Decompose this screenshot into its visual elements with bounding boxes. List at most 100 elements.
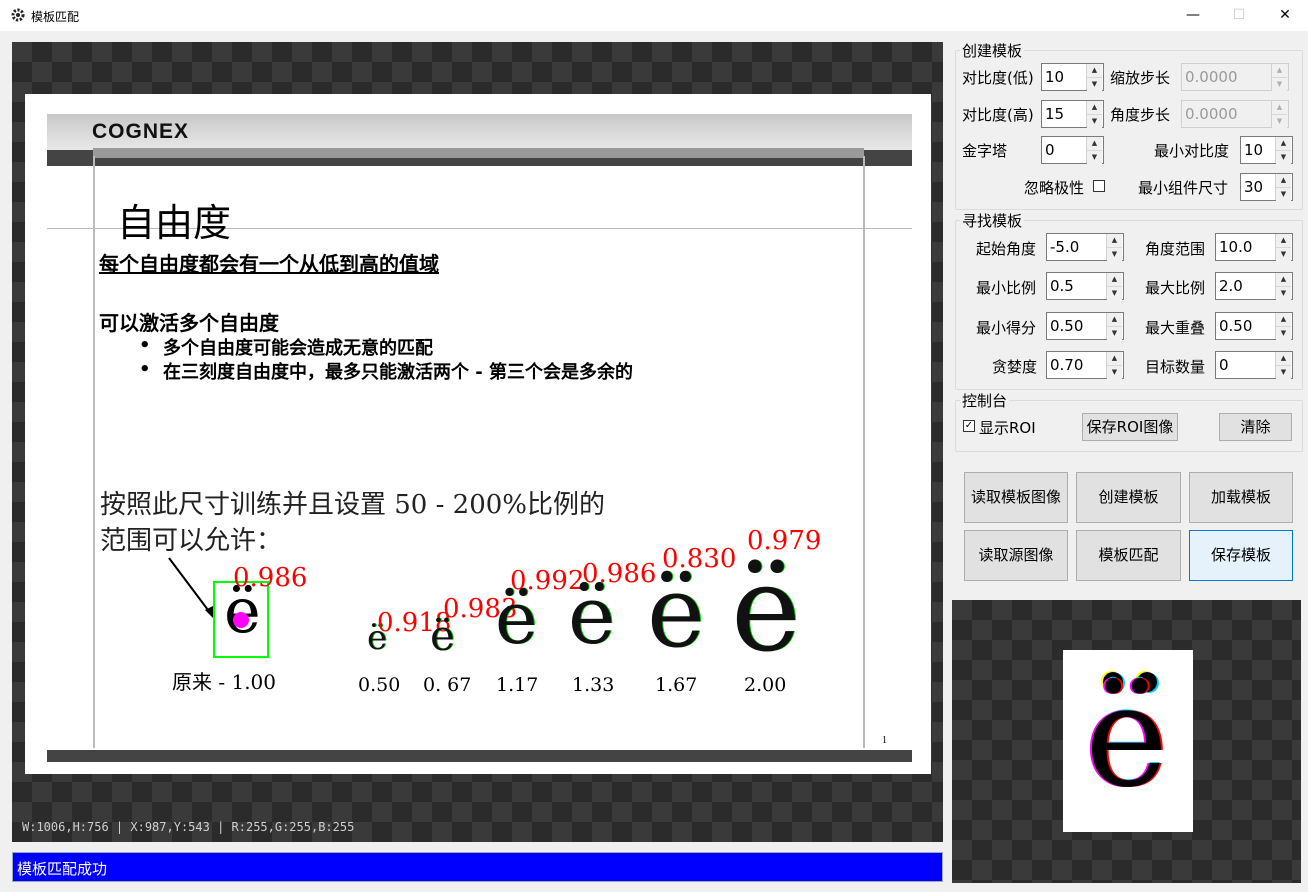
scale-label-133: 1.33 xyxy=(572,674,615,696)
arrow-graphic xyxy=(168,557,215,620)
score-original: 0.986 xyxy=(233,563,308,593)
max-scale-spinbox[interactable]: 2.0 ▲ ▼ xyxy=(1215,272,1293,300)
spin-up-icon[interactable]: ▲ xyxy=(1276,313,1291,326)
slide-heading: 自由度 xyxy=(117,201,232,245)
num-targets-label: 目标数量 xyxy=(1145,358,1206,376)
letter-200: ë xyxy=(731,540,801,678)
min-component-spinbox[interactable]: 30 ▲ ▼ xyxy=(1240,173,1293,201)
greediness-spinbox[interactable]: 0.70 ▲ ▼ xyxy=(1046,351,1124,379)
read-source-image-button[interactable]: 读取源图像 xyxy=(964,530,1068,581)
template-match-button[interactable]: 模板匹配 xyxy=(1076,530,1181,581)
spin-down-icon[interactable]: ▼ xyxy=(1107,286,1122,300)
clear-button[interactable]: 清除 xyxy=(1219,413,1292,441)
spin-down-icon[interactable]: ▼ xyxy=(1276,365,1291,379)
find-template-legend: 寻找模板 xyxy=(962,212,1023,230)
save-template-button[interactable]: 保存模板 xyxy=(1189,530,1293,581)
app-gear-icon xyxy=(10,7,26,23)
start-angle-spinbox[interactable]: -5.0 ▲ ▼ xyxy=(1046,233,1124,261)
template-glyph: ë xyxy=(1085,656,1168,819)
spin-up-icon[interactable]: ▲ xyxy=(1276,273,1291,286)
create-template-legend: 创建模板 xyxy=(962,42,1023,60)
spin-down-icon[interactable]: ▼ xyxy=(1087,150,1102,164)
window-title: 模板匹配 xyxy=(31,10,80,24)
scale-label-050: 0.50 xyxy=(358,674,401,696)
close-button[interactable]: ✕ xyxy=(1262,0,1308,31)
spin-up-icon[interactable]: ▲ xyxy=(1087,64,1102,77)
read-template-image-button[interactable]: 读取模板图像 xyxy=(964,472,1068,523)
match-center-marker xyxy=(233,612,249,628)
spin-down-icon[interactable]: ▼ xyxy=(1276,247,1291,261)
pyramid-label: 金字塔 xyxy=(962,142,1008,160)
show-roi-checkbox[interactable]: ✓ xyxy=(963,420,975,432)
greediness-label: 贪婪度 xyxy=(992,358,1038,376)
min-score-spinbox[interactable]: 0.50 ▲ ▼ xyxy=(1046,312,1124,340)
contrast-low-spinbox[interactable]: 10 ▲ ▼ xyxy=(1041,63,1104,91)
spin-down-icon[interactable]: ▼ xyxy=(1276,187,1291,201)
zoom-step-label: 缩放步长 xyxy=(1110,69,1171,87)
spin-down-icon[interactable]: ▼ xyxy=(1107,247,1122,261)
score-167: 0.830 xyxy=(662,544,737,574)
min-scale-label: 最小比例 xyxy=(976,279,1037,297)
spin-up-icon: ▲ xyxy=(1272,64,1287,77)
template-preview-image: ë xyxy=(1063,650,1193,832)
spin-up-icon[interactable]: ▲ xyxy=(1107,313,1122,326)
slide-line-1: 每个自由度都会有一个从低到高的值域 xyxy=(99,252,439,276)
min-contrast-spinbox[interactable]: 10 ▲ ▼ xyxy=(1240,136,1293,164)
angle-range-label: 角度范围 xyxy=(1145,240,1206,258)
spin-down-icon[interactable]: ▼ xyxy=(1107,326,1122,340)
spin-up-icon[interactable]: ▲ xyxy=(1087,137,1102,150)
create-template-button[interactable]: 创建模板 xyxy=(1076,472,1181,523)
spin-down-icon: ▼ xyxy=(1272,77,1287,91)
page-number: 1 xyxy=(882,735,887,746)
load-template-button[interactable]: 加载模板 xyxy=(1189,472,1293,523)
score-200: 0.979 xyxy=(747,526,822,556)
spin-down-icon[interactable]: ▼ xyxy=(1276,326,1291,340)
angle-step-spinbox: 0.0000 ▲ ▼ xyxy=(1181,100,1289,128)
slide-line-2: 可以激活多个自由度 xyxy=(99,311,279,335)
spin-up-icon[interactable]: ▲ xyxy=(1087,101,1102,114)
min-contrast-label: 最小对比度 xyxy=(1154,142,1230,160)
spin-up-icon[interactable]: ▲ xyxy=(1276,352,1291,365)
spin-up-icon[interactable]: ▲ xyxy=(1276,137,1291,150)
scale-label-167: 1.67 xyxy=(655,674,698,696)
spin-down-icon[interactable]: ▼ xyxy=(1276,150,1291,164)
score-133: 0.986 xyxy=(582,559,657,589)
min-scale-spinbox[interactable]: 0.5 ▲ ▼ xyxy=(1046,272,1124,300)
spin-up-icon[interactable]: ▲ xyxy=(1107,234,1122,247)
train-text-2: 范围可以允许： xyxy=(100,526,283,556)
zoom-step-spinbox: 0.0000 ▲ ▼ xyxy=(1181,63,1289,91)
num-targets-spinbox[interactable]: 0 ▲ ▼ xyxy=(1215,351,1293,379)
spin-down-icon[interactable]: ▼ xyxy=(1276,286,1291,300)
start-angle-label: 起始角度 xyxy=(976,240,1037,258)
scale-label-200: 2.00 xyxy=(744,674,787,696)
contrast-high-label: 对比度(高) xyxy=(962,106,1034,124)
spin-down-icon[interactable]: ▼ xyxy=(1107,365,1122,379)
spin-down-icon[interactable]: ▼ xyxy=(1087,77,1102,91)
spin-up-icon[interactable]: ▲ xyxy=(1276,234,1291,247)
angle-range-spinbox[interactable]: 10.0 ▲ ▼ xyxy=(1215,233,1293,261)
save-roi-image-button[interactable]: 保存ROI图像 xyxy=(1082,413,1178,441)
minimize-button[interactable]: — xyxy=(1170,0,1216,31)
original-label: 原来 - 1.00 xyxy=(172,670,277,694)
scale-label-117: 1.17 xyxy=(496,674,539,696)
title-bar: 模板匹配 — ☐ ✕ xyxy=(0,0,1308,31)
maximize-button[interactable]: ☐ xyxy=(1216,0,1262,31)
letter-167: ë xyxy=(647,556,705,670)
max-scale-label: 最大比例 xyxy=(1145,279,1206,297)
spin-down-icon[interactable]: ▼ xyxy=(1087,114,1102,128)
show-roi-label: 显示ROI xyxy=(979,419,1036,437)
spin-up-icon[interactable]: ▲ xyxy=(1107,273,1122,286)
spin-down-icon: ▼ xyxy=(1272,114,1287,128)
slide-footer-bar xyxy=(47,750,912,762)
contrast-high-spinbox[interactable]: 15 ▲ ▼ xyxy=(1041,100,1104,128)
train-text-1: 按照此尺寸训练并且设置 50 - 200%比例的 xyxy=(100,490,605,520)
scale-label-067: 0. 67 xyxy=(423,674,472,696)
ignore-polarity-label: 忽略极性 xyxy=(1024,179,1085,197)
pyramid-spinbox[interactable]: 0 ▲ ▼ xyxy=(1041,136,1104,164)
ignore-polarity-checkbox[interactable] xyxy=(1093,180,1105,192)
max-overlap-spinbox[interactable]: 0.50 ▲ ▼ xyxy=(1215,312,1293,340)
slide-bullet-2: 在三刻度自由度中，最多只能激活两个 - 第三个会是多余的 xyxy=(163,362,634,383)
slide-bullet-1: 多个自由度可能会造成无意的匹配 xyxy=(163,338,433,359)
spin-up-icon[interactable]: ▲ xyxy=(1276,174,1291,187)
spin-up-icon[interactable]: ▲ xyxy=(1107,352,1122,365)
